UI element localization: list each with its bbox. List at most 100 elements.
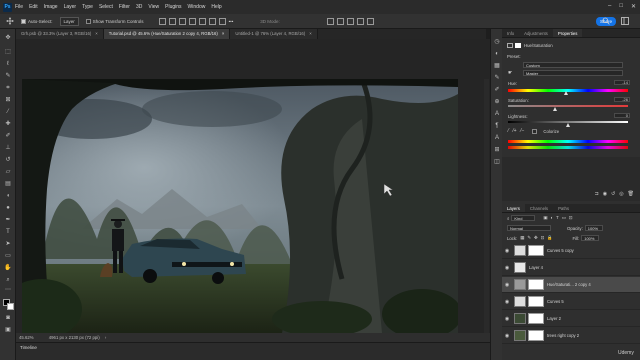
tab-close-icon[interactable]: × — [222, 31, 225, 36]
layer-mask-thumbnail[interactable] — [528, 245, 544, 256]
history-brush-icon[interactable]: ↺ — [4, 157, 12, 164]
tab-properties[interactable]: Properties — [552, 29, 583, 37]
eraser-tool-icon[interactable]: ▱ — [4, 169, 12, 176]
layer-row-selected[interactable]: ◉ Hue/Saturati... 2 copy 4 — [502, 277, 640, 293]
align-bottom-icon[interactable] — [208, 17, 216, 25]
more-tools-icon[interactable]: ⋯ — [4, 287, 12, 294]
lightness-value[interactable]: 0 — [614, 113, 630, 118]
opacity-input[interactable]: 100% — [584, 225, 603, 231]
filter-search-icon[interactable]: ⌕ — [507, 216, 509, 221]
move-tool-icon[interactable] — [6, 17, 14, 25]
rectangle-tool-icon[interactable]: ▭ — [4, 253, 12, 260]
layer-name[interactable]: Curves 5 copy — [547, 248, 574, 253]
filter-adjustment-icon[interactable]: ◐ — [550, 215, 553, 221]
tab-close-icon[interactable]: × — [95, 31, 98, 36]
layer-mask-thumbnail[interactable] — [528, 330, 544, 341]
eyedropper-tool-icon[interactable]: ⁄ — [4, 109, 12, 116]
tab-adjustments[interactable]: Adjustments — [519, 29, 553, 37]
layer-name[interactable]: Hue/Saturati... 2 copy 4 — [547, 282, 591, 287]
minimize-icon[interactable]: – — [608, 3, 611, 10]
quick-mask-icon[interactable]: ◙ — [4, 315, 12, 322]
menu-select[interactable]: Select — [99, 4, 113, 10]
brushes-icon[interactable]: ✐ — [494, 87, 500, 93]
marquee-tool-icon[interactable]: ⬚ — [4, 49, 12, 56]
preset-dropdown[interactable]: Custom — [523, 62, 623, 68]
eyedropper-subtract-icon[interactable]: ⁄− — [521, 128, 525, 134]
lock-position-icon[interactable]: ✥ — [534, 235, 538, 241]
reset-icon[interactable]: ↺ — [611, 191, 615, 197]
tab-channels[interactable]: Channels — [525, 204, 553, 212]
filter-shape-icon[interactable]: ▭ — [562, 215, 566, 221]
glyphs-icon[interactable]: A — [494, 111, 500, 117]
tab-info[interactable]: Info — [502, 29, 519, 37]
menu-help[interactable]: Help — [211, 4, 221, 10]
layer-name[interactable]: Layer 2 — [547, 316, 561, 321]
3d-scale-icon[interactable] — [366, 17, 374, 25]
dodge-tool-icon[interactable]: ● — [4, 205, 12, 212]
color-icon[interactable]: ◐ — [494, 51, 500, 57]
frame-tool-icon[interactable]: ⊠ — [4, 97, 12, 104]
search-icon[interactable] — [602, 17, 610, 25]
align-left-icon[interactable] — [158, 17, 166, 25]
visibility-eye-icon[interactable]: ◉ — [502, 248, 512, 254]
layer-name[interactable]: Curves 5 — [547, 299, 564, 304]
path-select-tool-icon[interactable]: ➤ — [4, 241, 12, 248]
stamp-tool-icon[interactable]: ⊥ — [4, 145, 12, 152]
tab-close-icon[interactable]: × — [309, 31, 312, 36]
align-center-icon[interactable] — [168, 17, 176, 25]
distribute-icon[interactable] — [218, 17, 226, 25]
close-icon[interactable]: ✕ — [631, 3, 636, 10]
layer-row[interactable]: ◉ Layer 2 — [502, 311, 640, 327]
screen-mode-icon[interactable]: ▣ — [4, 327, 12, 334]
filter-pixel-icon[interactable]: ▣ — [543, 215, 547, 221]
visibility-eye-icon[interactable]: ◉ — [502, 299, 512, 305]
menu-image[interactable]: Image — [44, 4, 58, 10]
more-options-icon[interactable]: ••• — [229, 19, 234, 24]
align-top-icon[interactable] — [188, 17, 196, 25]
background-color-swatch[interactable] — [7, 303, 14, 310]
saturation-slider-track[interactable] — [508, 105, 628, 107]
hand-tool-icon[interactable]: ✋ — [4, 265, 12, 272]
auto-select-checkbox[interactable]: Auto-Select: — [21, 18, 53, 24]
mask-icon[interactable] — [515, 42, 521, 48]
type-tool-icon[interactable]: T — [4, 229, 12, 236]
visibility-eye-icon[interactable]: ◉ — [502, 282, 512, 288]
timeline-label[interactable]: Timeline — [20, 345, 37, 350]
visibility-eye-icon[interactable]: ◉ — [502, 316, 512, 322]
saturation-value[interactable]: -26 — [614, 97, 630, 102]
tab-grh[interactable]: Grh.psb @ 33.3% (Layer 3, RGB/16) × — [16, 29, 104, 39]
history-icon[interactable]: ◷ — [494, 39, 500, 45]
hand-adjust-icon[interactable]: ☛ — [508, 70, 512, 76]
document-canvas-image[interactable] — [22, 79, 458, 333]
brush-settings-icon[interactable]: ✎ — [494, 75, 500, 81]
tab-tutorial[interactable]: Tutorial.psd @ 45.6% (Hue/Saturation 2 c… — [103, 29, 231, 39]
move-tool-icon[interactable]: ✥ — [4, 35, 12, 42]
brush-tool-icon[interactable]: ✐ — [4, 133, 12, 140]
lock-pixels-icon[interactable]: ✎ — [527, 235, 531, 241]
layer-mask-thumbnail[interactable] — [528, 279, 544, 290]
workspace-icon[interactable] — [621, 17, 629, 25]
clone-source-icon[interactable]: ⊕ — [494, 99, 500, 105]
menu-filter[interactable]: Filter — [119, 4, 130, 10]
hue-value[interactable]: -14 — [614, 80, 630, 85]
align-right-icon[interactable] — [178, 17, 186, 25]
zoom-tool-icon[interactable]: ⌕ — [4, 277, 12, 284]
saturation-slider-thumb[interactable] — [552, 107, 557, 111]
menu-file[interactable]: File — [15, 4, 23, 10]
menu-view[interactable]: View — [148, 4, 159, 10]
gradient-tool-icon[interactable]: ▤ — [4, 181, 12, 188]
menu-window[interactable]: Window — [188, 4, 206, 10]
layer-name[interactable]: Layer 4 — [529, 265, 543, 270]
eyedropper-add-icon[interactable]: ⁄+ — [513, 128, 517, 134]
layer-mask-thumbnail[interactable] — [528, 296, 544, 307]
menu-type[interactable]: Type — [82, 4, 93, 10]
view-previous-icon[interactable]: ◉ — [603, 191, 607, 197]
pen-tool-icon[interactable]: ✒ — [4, 217, 12, 224]
channel-dropdown[interactable]: Master — [523, 70, 623, 76]
delete-icon[interactable]: 🗑 — [628, 191, 634, 197]
paragraph-icon[interactable]: ¶ — [494, 123, 500, 129]
layer-row[interactable]: ◉ Curves 5 copy — [502, 243, 640, 259]
libraries-icon[interactable]: ◫ — [494, 159, 500, 165]
lock-transparency-icon[interactable]: ▦ — [520, 235, 524, 241]
visibility-eye-icon[interactable]: ◉ — [502, 265, 512, 271]
